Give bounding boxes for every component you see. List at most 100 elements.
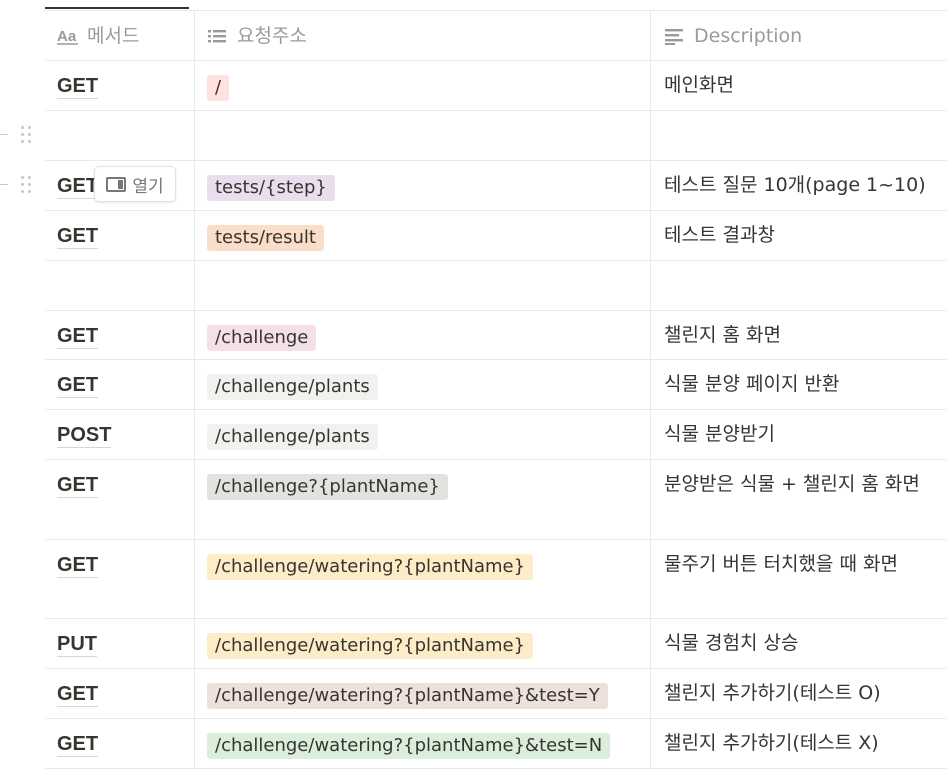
url-tag: /challenge (207, 325, 317, 351)
method-cell[interactable]: GET (45, 311, 194, 359)
url-cell[interactable]: tests/{step} (194, 161, 650, 210)
drag-handle-icon[interactable] (21, 176, 35, 194)
method-cell[interactable]: GET (45, 360, 194, 409)
description-cell[interactable]: 분양받은 식물 + 챌린지 홈 화면 (650, 460, 947, 539)
table-row[interactable]: GET/challenge/watering?{plantName}&test=… (45, 669, 947, 719)
url-cell[interactable] (194, 261, 650, 310)
method-cell[interactable] (45, 111, 194, 160)
description-cell[interactable]: 챌린지 추가하기(테스트 O) (650, 669, 947, 718)
url-cell[interactable]: tests/result (194, 211, 650, 260)
description-cell[interactable]: 물주기 버튼 터치했을 때 화면 (650, 540, 947, 618)
description-cell[interactable]: 테스트 결과창 (650, 211, 947, 260)
method-cell[interactable]: GET (45, 211, 194, 260)
description-text: 식물 분양받기 (664, 423, 775, 445)
url-cell[interactable]: /challenge/watering?{plantName}&test=N (194, 719, 650, 768)
url-cell[interactable]: / (194, 61, 650, 110)
url-tag: / (207, 75, 230, 101)
description-cell[interactable]: 식물 분양 페이지 반환 (650, 360, 947, 409)
url-cell[interactable] (194, 111, 650, 160)
column-header-method[interactable]: Aa 메서드 (45, 11, 194, 60)
drag-dot (28, 190, 31, 193)
url-cell[interactable]: /challenge/plants (194, 410, 650, 459)
table-body: GET / 메인화면 GET tests/{step} 테스트 질문 10개(page 1… (45, 61, 947, 769)
description-cell[interactable]: 식물 경험치 상승 (650, 619, 947, 668)
method-cell[interactable]: GET (45, 540, 194, 618)
method-cell[interactable]: GET (45, 669, 194, 718)
url-cell[interactable]: /challenge (194, 311, 650, 359)
method-value[interactable]: GET (57, 374, 99, 398)
method-value[interactable]: GET (57, 474, 99, 498)
method-value[interactable]: GET (57, 683, 99, 707)
table-row[interactable]: GET tests/result 테스트 결과창 (45, 211, 947, 261)
method-cell[interactable]: PUT (45, 619, 194, 668)
method-value[interactable]: GET (57, 325, 99, 349)
method-value[interactable]: GET (57, 175, 99, 199)
url-cell[interactable]: /challenge?{plantName} (194, 460, 650, 539)
table-row[interactable]: GET/challenge 챌린지 홈 화면 (45, 311, 947, 360)
url-cell[interactable]: /challenge/watering?{plantName}&test=Y (194, 669, 650, 718)
description-cell[interactable]: 테스트 질문 10개(page 1~10) (650, 161, 947, 210)
drag-dot (28, 126, 31, 129)
description-cell[interactable]: 메인화면 (650, 61, 947, 110)
api-table: Aa 메서드 요청주소 Description GET / 메인화면 GET t… (45, 10, 947, 769)
table-row[interactable]: GET tests/{step} 테스트 질문 10개(page 1~10) (45, 161, 947, 211)
column-header-url[interactable]: 요청주소 (194, 11, 650, 60)
method-value[interactable]: GET (57, 554, 99, 578)
table-row[interactable]: PUT/challenge/watering?{plantName} 식물 경험치… (45, 619, 947, 669)
table-row[interactable]: POST/challenge/plants 식물 분양받기 (45, 410, 947, 460)
description-text: 메인화면 (664, 74, 734, 96)
drag-dot (28, 140, 31, 143)
description-cell[interactable]: 챌린지 추가하기(테스트 X) (650, 719, 947, 768)
table-header-row: Aa 메서드 요청주소 Description (45, 11, 947, 61)
svg-text:Aa: Aa (57, 28, 77, 45)
method-cell[interactable]: GET (45, 460, 194, 539)
table-row[interactable] (45, 111, 947, 161)
method-value[interactable]: GET (57, 225, 99, 249)
drag-dot (28, 183, 31, 186)
method-cell[interactable]: POST (45, 410, 194, 459)
url-tag: /challenge/watering?{plantName}&test=Y (207, 683, 608, 709)
drag-dot (21, 183, 24, 186)
description-text: 물주기 버튼 터치했을 때 화면 (664, 553, 898, 575)
url-cell[interactable]: /challenge/watering?{plantName} (194, 619, 650, 668)
description-text: 테스트 질문 10개(page 1~10) (664, 174, 926, 196)
column-header-description[interactable]: Description (650, 11, 947, 60)
drag-handle-icon[interactable] (21, 126, 35, 144)
column-header-description-label: Description (694, 24, 803, 47)
method-cell[interactable]: GET (45, 719, 194, 768)
url-tag: /challenge/plants (207, 374, 378, 400)
drag-dot (21, 190, 24, 193)
description-cell[interactable]: 챌린지 홈 화면 (650, 311, 947, 359)
table-row[interactable] (45, 261, 947, 311)
method-value[interactable]: GET (57, 733, 99, 757)
url-tag: /challenge/watering?{plantName} (207, 633, 534, 659)
method-cell[interactable] (45, 261, 194, 310)
url-tag: /challenge/watering?{plantName}&test=N (207, 733, 611, 759)
description-text: 분양받은 식물 + 챌린지 홈 화면 (664, 473, 920, 495)
method-value[interactable]: GET (57, 75, 99, 99)
url-cell[interactable]: /challenge/plants (194, 360, 650, 409)
column-header-method-label: 메서드 (87, 24, 140, 47)
title-text-icon: Aa (57, 28, 78, 45)
description-cell[interactable] (650, 111, 947, 160)
method-cell[interactable]: GET (45, 61, 194, 110)
table-row[interactable]: GET/challenge/watering?{plantName}&test=… (45, 719, 947, 769)
description-cell[interactable]: 식물 분양받기 (650, 410, 947, 459)
description-text: 식물 경험치 상승 (664, 632, 799, 654)
table-row[interactable]: GET / 메인화면 (45, 61, 947, 111)
table-row[interactable]: GET/challenge/watering?{plantName} 물주기 버튼… (45, 540, 947, 619)
table-row[interactable]: GET/challenge/plants 식물 분양 페이지 반환 (45, 360, 947, 410)
description-text: 챌린지 추가하기(테스트 O) (664, 682, 881, 704)
row-guide-line (0, 184, 8, 185)
drag-dot (28, 133, 31, 136)
method-value[interactable]: PUT (57, 633, 97, 657)
description-cell[interactable] (650, 261, 947, 310)
url-cell[interactable]: /challenge/watering?{plantName} (194, 540, 650, 618)
row-guide-line (0, 134, 8, 135)
active-view-underline (45, 7, 189, 9)
drag-dot (28, 176, 31, 179)
description-text: 챌린지 홈 화면 (664, 324, 781, 346)
open-row-button[interactable]: 열기 (94, 166, 176, 202)
table-row[interactable]: GET/challenge?{plantName} 분양받은 식물 + 챌린지 홈… (45, 460, 947, 540)
method-value[interactable]: POST (57, 424, 112, 448)
